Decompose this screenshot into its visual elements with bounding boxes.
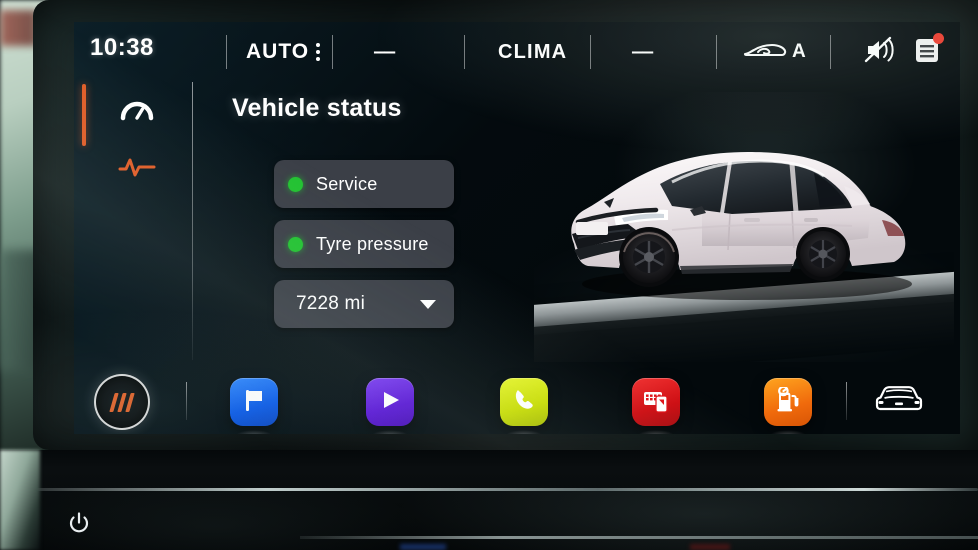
status-card-label: Service — [316, 173, 378, 194]
phone-projection-icon — [642, 387, 670, 418]
sound-muted-icon — [864, 35, 898, 70]
play-icon — [378, 388, 402, 417]
notifications-button[interactable] — [912, 22, 944, 82]
recirculation-button[interactable]: A — [742, 22, 806, 82]
clock: 10:38 — [90, 34, 154, 61]
status-card-service[interactable]: Service — [274, 160, 454, 208]
chevron-down-icon — [420, 299, 436, 309]
flag-icon — [241, 387, 267, 418]
app-navigation[interactable] — [230, 378, 278, 434]
car-airflow-icon — [742, 38, 788, 67]
vehicle-settings-button[interactable] — [869, 380, 929, 424]
sidebar-item-vehicle-status[interactable] — [112, 146, 162, 192]
page-title: Vehicle status — [232, 94, 402, 122]
status-card-label: Tyre pressure — [316, 233, 429, 254]
dashboard-bezel — [0, 450, 978, 550]
recirculation-label: A — [792, 41, 806, 62]
vehicle-status-cards: Service Tyre pressure 7228 mi — [274, 160, 454, 340]
left-temperature[interactable]: ‒‒ — [374, 22, 395, 82]
mileage-value: 7228 mi — [296, 293, 365, 314]
status-dot-icon — [288, 236, 303, 252]
infotainment-screen[interactable]: 10:38 AUTO ‒‒ CLIMA ‒‒ A Vehicle status … — [74, 22, 960, 434]
app-media[interactable] — [366, 378, 414, 434]
sidebar-item-driving-data[interactable] — [112, 88, 162, 134]
home-button[interactable] — [94, 374, 150, 430]
power-button[interactable] — [62, 508, 96, 542]
status-divider-4 — [590, 22, 591, 82]
cupra-slashes-logo-icon — [109, 392, 135, 412]
right-temperature[interactable]: ‒‒ — [632, 22, 653, 82]
app-fuel-stations[interactable] — [764, 378, 812, 434]
sidebar — [74, 84, 194, 370]
car-front-icon — [871, 383, 927, 422]
app-phone[interactable] — [500, 378, 548, 434]
bezel-reflection-red — [690, 544, 730, 550]
fuel-pump-icon — [774, 385, 802, 418]
bezel-left-trim — [0, 450, 40, 550]
status-divider-1 — [226, 22, 227, 82]
pulse-icon — [117, 154, 157, 185]
gauge-icon — [119, 96, 155, 127]
status-divider-2 — [332, 22, 333, 82]
notification-badge — [933, 32, 944, 44]
sound-muted-button[interactable] — [864, 22, 898, 82]
cupra-born-illustration — [571, 152, 912, 300]
power-icon — [67, 511, 91, 540]
mileage-dropdown[interactable]: 7228 mi — [274, 280, 454, 328]
chrome-trim-lower — [300, 536, 978, 539]
app-smartphone-projection[interactable] — [632, 378, 680, 434]
app-dock — [74, 370, 960, 434]
dock-divider-left — [186, 382, 187, 420]
dock-divider-right — [846, 382, 847, 420]
climate-auto-label: AUTO — [246, 40, 310, 63]
status-bar: 10:38 AUTO ‒‒ CLIMA ‒‒ A — [74, 22, 960, 82]
three-dots-vertical-icon[interactable] — [316, 43, 321, 61]
status-divider-3 — [464, 22, 465, 82]
chrome-trim-upper — [28, 488, 978, 491]
vehicle-image — [534, 92, 954, 362]
notifications-list-icon — [912, 32, 944, 70]
status-divider-5 — [716, 22, 717, 82]
phone-handset-icon — [511, 387, 537, 418]
status-dot-icon — [288, 176, 303, 192]
status-card-tyre-pressure[interactable]: Tyre pressure — [274, 220, 454, 268]
sidebar-divider — [192, 82, 193, 360]
climate-auto-button[interactable]: AUTO — [246, 22, 376, 82]
bezel-reflection-blue — [400, 544, 446, 550]
dashboard-assembly: 10:38 AUTO ‒‒ CLIMA ‒‒ A Vehicle status … — [0, 0, 978, 550]
status-divider-6 — [830, 22, 831, 82]
clima-button[interactable]: CLIMA — [498, 22, 567, 82]
